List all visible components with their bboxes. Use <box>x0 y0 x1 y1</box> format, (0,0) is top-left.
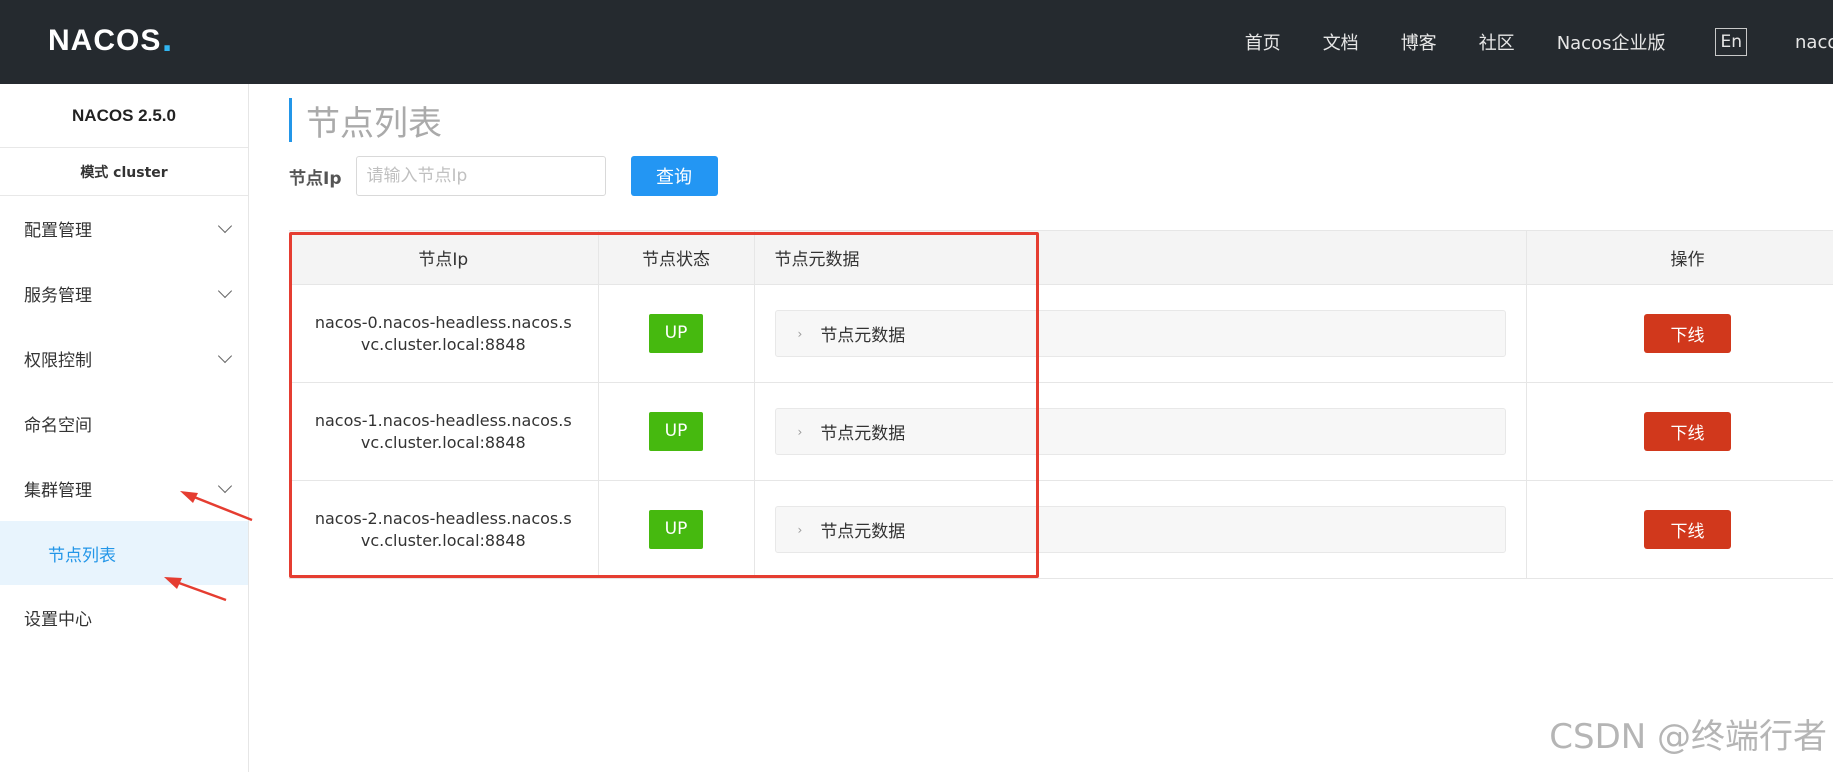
logo-text: NAC <box>48 24 116 57</box>
top-navbar: NACOS. 首页 文档 博客 社区 Nacos企业版 En nacos <box>0 0 1833 84</box>
chevron-down-icon <box>217 283 233 299</box>
nav-enterprise[interactable]: Nacos企业版 <box>1557 29 1666 55</box>
status-badge: UP <box>649 412 703 451</box>
node-ip-label: 节点Ip <box>289 168 342 189</box>
query-button[interactable]: 查询 <box>630 156 718 196</box>
nacos-logo[interactable]: NAC OS. <box>48 23 173 59</box>
table-row: nacos-0.nacos-headless.nacos.svc.cluster… <box>289 284 1833 383</box>
sidebar-item-label: 节点列表 <box>48 545 116 566</box>
column-header-action: 操作 <box>1526 230 1833 285</box>
language-switch[interactable]: En <box>1715 28 1747 56</box>
node-ip-cell: nacos-0.nacos-headless.nacos.svc.cluster… <box>314 312 572 354</box>
sidebar-item-label: 命名空间 <box>24 416 92 436</box>
node-ip-cell: nacos-1.nacos-headless.nacos.svc.cluster… <box>314 410 572 452</box>
offline-button[interactable]: 下线 <box>1644 412 1731 451</box>
node-ip-input[interactable] <box>355 156 606 196</box>
table-row: nacos-2.nacos-headless.nacos.svc.cluster… <box>289 480 1833 579</box>
sidebar-item-service[interactable]: 服务管理 <box>0 261 248 326</box>
sidebar-item-namespace[interactable]: 命名空间 <box>0 391 248 456</box>
filter-bar: 节点Ip 查询 <box>289 156 718 196</box>
chevron-down-icon <box>217 348 233 364</box>
user-menu[interactable]: nacos <box>1795 32 1833 53</box>
column-header-ip: 节点Ip <box>289 230 599 285</box>
watermark: CSDN @终端行者 <box>1549 717 1827 757</box>
chevron-right-icon: › <box>797 522 803 537</box>
chevron-down-icon <box>217 478 233 494</box>
metadata-label: 节点元数据 <box>820 424 906 444</box>
nav-home[interactable]: 首页 <box>1245 29 1281 55</box>
top-nav: 首页 文档 博客 社区 Nacos企业版 En nacos <box>1203 0 1833 84</box>
sidebar: NACOS 2.5.0 模式 cluster 配置管理 服务管理 权限控制 命名… <box>0 84 249 772</box>
offline-button[interactable]: 下线 <box>1644 510 1731 549</box>
nav-community[interactable]: 社区 <box>1479 29 1515 55</box>
column-header-metadata: 节点元数据 <box>754 230 1527 285</box>
sidebar-item-label: 配置管理 <box>24 221 92 241</box>
logo-text-2: OS <box>116 24 162 57</box>
offline-button[interactable]: 下线 <box>1644 314 1731 353</box>
chevron-right-icon: › <box>797 424 803 439</box>
table-row: nacos-1.nacos-headless.nacos.svc.cluster… <box>289 382 1833 481</box>
node-ip-cell: nacos-2.nacos-headless.nacos.svc.cluster… <box>314 508 572 550</box>
column-header-status: 节点状态 <box>598 230 755 285</box>
nav-blog[interactable]: 博客 <box>1401 29 1437 55</box>
chevron-right-icon: › <box>797 326 803 341</box>
sidebar-item-config[interactable]: 配置管理 <box>0 196 248 261</box>
status-badge: UP <box>649 510 703 549</box>
sidebar-item-node-list[interactable]: 节点列表 <box>0 521 248 585</box>
main-content: 节点列表 节点Ip 查询 节点Ip 节点状态 节点元数据 操作 nacos-0.… <box>249 84 1833 772</box>
sidebar-item-auth[interactable]: 权限控制 <box>0 326 248 391</box>
metadata-expander[interactable]: › 节点元数据 <box>774 506 1506 553</box>
mode-label: 模式 cluster <box>0 148 248 196</box>
nav-docs[interactable]: 文档 <box>1323 29 1359 55</box>
metadata-label: 节点元数据 <box>820 522 906 542</box>
chevron-down-icon <box>217 218 233 234</box>
sidebar-item-settings[interactable]: 设置中心 <box>0 585 248 650</box>
status-badge: UP <box>649 314 703 353</box>
sidebar-item-label: 服务管理 <box>24 286 92 306</box>
sidebar-item-label: 设置中心 <box>24 610 92 630</box>
page-title: 节点列表 <box>289 98 442 144</box>
version-label: NACOS 2.5.0 <box>0 84 248 148</box>
sidebar-item-label: 权限控制 <box>24 351 92 371</box>
logo-dot: . <box>161 23 173 59</box>
metadata-expander[interactable]: › 节点元数据 <box>774 310 1506 357</box>
sidebar-item-cluster[interactable]: 集群管理 <box>0 456 248 521</box>
table-header: 节点Ip 节点状态 节点元数据 操作 <box>289 230 1833 285</box>
node-table: 节点Ip 节点状态 节点元数据 操作 nacos-0.nacos-headles… <box>289 230 1833 579</box>
metadata-label: 节点元数据 <box>820 326 906 346</box>
sidebar-item-label: 集群管理 <box>24 481 92 501</box>
metadata-expander[interactable]: › 节点元数据 <box>774 408 1506 455</box>
